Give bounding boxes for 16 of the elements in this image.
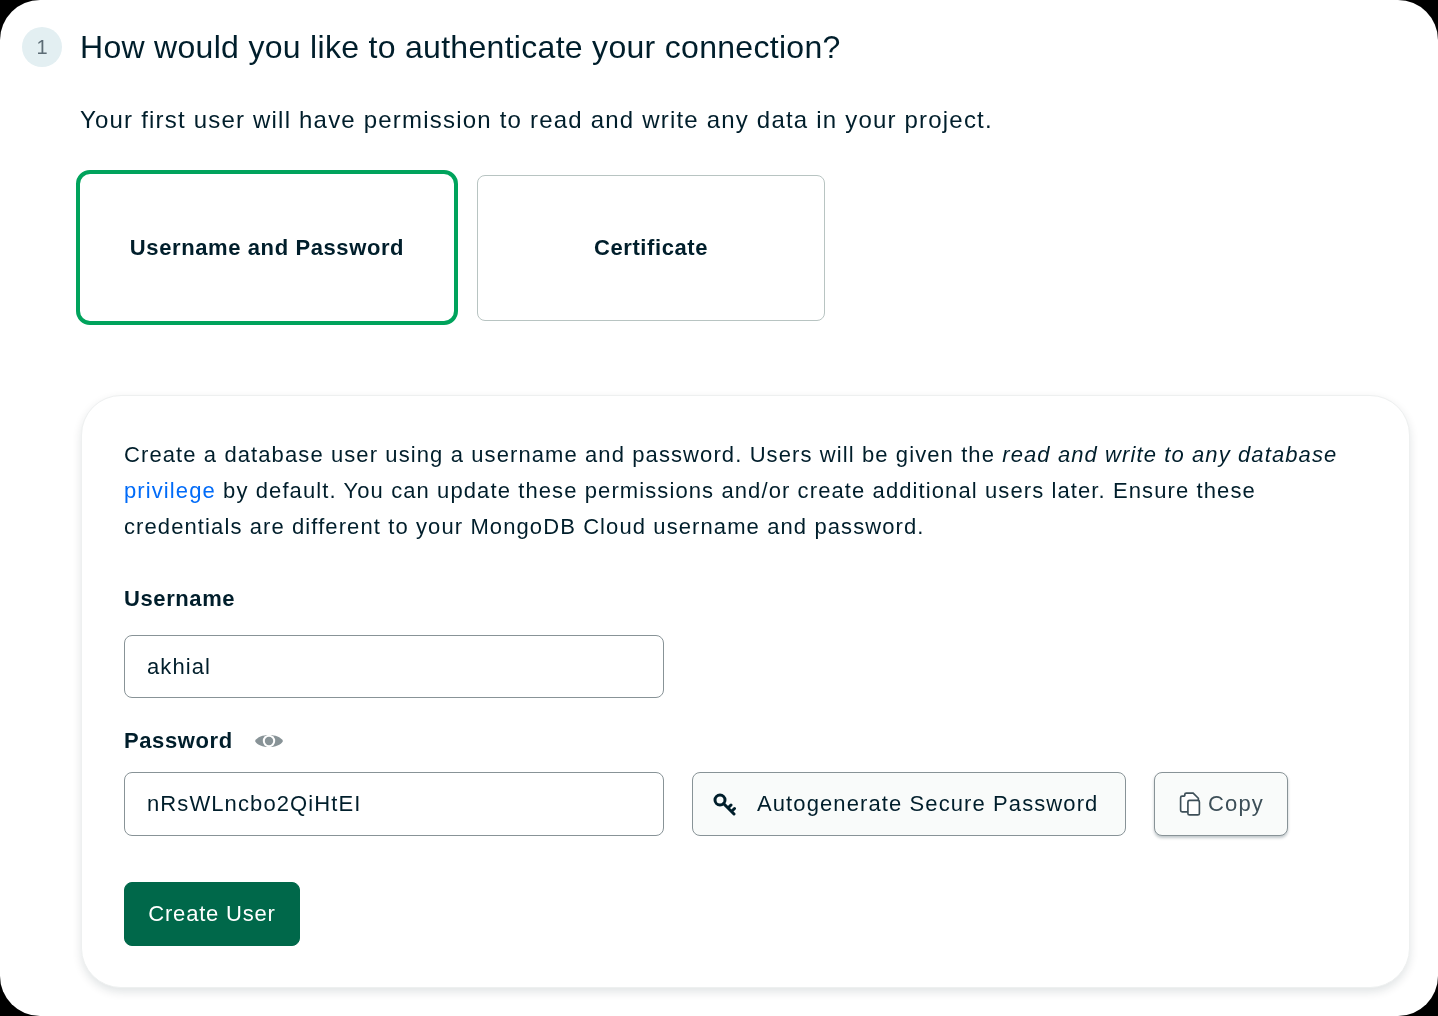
username-field[interactable]: akhial: [124, 635, 664, 698]
step-title: How would you like to authenticate your connection?: [80, 28, 841, 67]
create-user-button[interactable]: Create User: [124, 882, 300, 946]
key-icon: [713, 792, 736, 816]
step-number: 1: [22, 27, 62, 67]
password-field[interactable]: nRsWLncbo2QiHtEI: [124, 772, 664, 836]
copy-icon: [1178, 792, 1203, 816]
copy-button[interactable]: Copy: [1154, 772, 1288, 836]
description-text: Create a database user using a username and password. Users will be given the read and write to any database privilege by default. You can update these permissions and/or create additional users later. Ensure these credentials are different to your MongoDB Cloud username and password.: [124, 441, 1339, 541]
privilege-link[interactable]: privilege: [124, 478, 216, 503]
auth-option-card[interactable]: Username and Password: [76, 170, 458, 325]
autogenerate-password-button[interactable]: Autogenerate Secure Password: [692, 772, 1126, 836]
auth-option-card[interactable]: Certificate: [477, 174, 825, 321]
subtitle-text: Your first user will have permission to read and write any data in your project.: [80, 105, 994, 135]
username-label: Username: [124, 585, 237, 613]
password-label: Password: [124, 727, 233, 755]
